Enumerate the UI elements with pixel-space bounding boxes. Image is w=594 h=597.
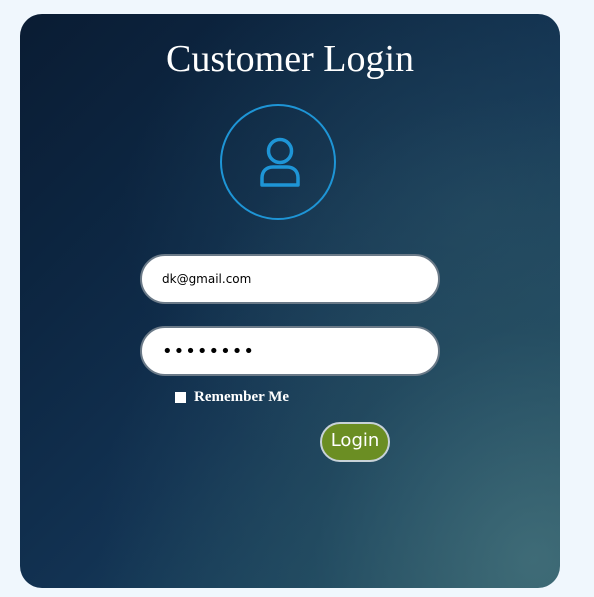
user-icon <box>260 137 300 187</box>
email-field[interactable] <box>140 254 440 304</box>
remember-me-checkbox[interactable] <box>175 392 186 403</box>
avatar <box>220 104 336 220</box>
login-card: Customer Login Remember Me Login <box>20 14 560 588</box>
login-button[interactable]: Login <box>320 422 390 462</box>
login-title: Customer Login <box>165 38 415 80</box>
password-field[interactable] <box>140 326 440 376</box>
remember-me-label: Remember Me <box>194 389 290 405</box>
remember-me[interactable]: Remember Me <box>175 389 289 406</box>
